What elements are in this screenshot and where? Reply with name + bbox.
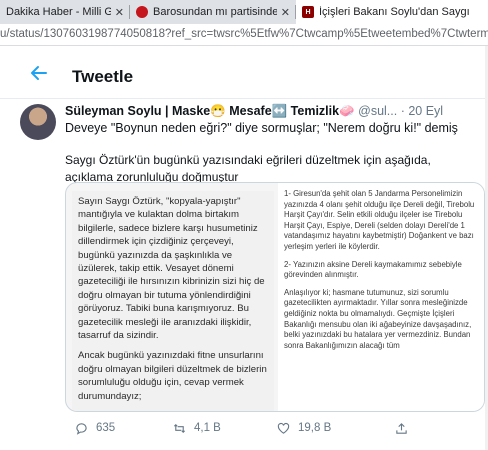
arrow-left-icon-svg xyxy=(31,66,47,80)
heart-icon xyxy=(277,422,290,434)
tweet-page-header: Tweetle xyxy=(0,58,488,94)
author-handle[interactable]: @sul... xyxy=(358,104,397,118)
tweet-author-line: Süleyman Soylu | Maske😷 Mesafe↔️ Temizli… xyxy=(65,104,443,119)
tab-title: İçişleri Bakanı Soylu'dan Saygı xyxy=(319,6,470,18)
statement-paragraph: 1- Giresun'da şehit olan 5 Jandarma Pers… xyxy=(284,189,475,251)
tab-title: Barosundan mı partisinden mı xyxy=(153,6,277,18)
browser-tab-3-active[interactable]: H İçişleri Bakanı Soylu'dan Saygı xyxy=(296,0,488,24)
tweet-media-image[interactable]: Sayın Saygı Öztürk, "kopyala-yapıştır" m… xyxy=(65,182,485,412)
author-name[interactable]: Süleyman Soylu | Maske😷 Mesafe↔️ Temizli… xyxy=(65,104,355,118)
address-bar[interactable]: u/status/1307603198774050818?ref_src=tws… xyxy=(0,24,488,46)
reply-count: 635 xyxy=(96,422,116,434)
retweet-icon xyxy=(173,423,186,433)
retweet-button[interactable]: 4,1 B xyxy=(173,422,221,435)
share-icon xyxy=(396,422,407,434)
like-count: 19,8 B xyxy=(298,422,332,434)
header-divider xyxy=(0,98,488,99)
statement-paragraph: Sayın Saygı Öztürk, "kopyala-yapıştır" m… xyxy=(78,196,265,342)
tweet-text-line-1: Deveye "Boynun neden eğri?" diye sormuşl… xyxy=(65,121,458,135)
browser-tab-2[interactable]: Barosundan mı partisinden mı ✕ xyxy=(130,0,296,24)
statement-paragraph: 2- Yazınızın aksine Dereli kaymakamımız … xyxy=(284,259,462,280)
tweet-actions-bar: 635 4,1 B 19,8 B xyxy=(65,420,465,436)
page-title: Tweetle xyxy=(72,67,134,86)
tweet-date[interactable]: · 20 Eyl xyxy=(401,104,443,118)
browser-tab-strip: Dakika Haber - Milli Gaze ✕ Barosundan m… xyxy=(0,0,488,24)
url-text[interactable]: u/status/1307603198774050818?ref_src=tws… xyxy=(0,28,488,40)
statement-left-column: Sayın Saygı Öztürk, "kopyala-yapıştır" m… xyxy=(72,191,274,411)
statement-right-column: 1- Giresun'da şehit olan 5 Jandarma Pers… xyxy=(278,183,484,411)
close-icon[interactable]: ✕ xyxy=(281,6,290,19)
close-icon[interactable]: ✕ xyxy=(115,6,124,19)
avatar[interactable] xyxy=(20,104,56,140)
news-favicon-icon: H xyxy=(302,6,314,18)
like-button[interactable]: 19,8 B xyxy=(277,422,331,435)
statement-paragraph: Ancak bugünkü yazınızdaki fitne unsurlar… xyxy=(78,350,267,402)
tweet-text-line-2: Saygı Öztürk'ün bugünkü yazısındaki eğri… xyxy=(65,153,431,184)
statement-paragraph: Anlaşılıyor ki; hasmane tutumunuz, sizi … xyxy=(284,287,472,350)
tab-title: Dakika Haber - Milli Gaze xyxy=(6,6,111,18)
baro-favicon-icon xyxy=(136,6,148,18)
reply-button[interactable]: 635 xyxy=(75,422,115,435)
retweet-count: 4,1 B xyxy=(194,422,221,434)
comment-icon xyxy=(76,422,87,435)
share-button[interactable] xyxy=(395,422,416,435)
browser-tab-1[interactable]: Dakika Haber - Milli Gaze ✕ xyxy=(0,0,130,24)
arrow-left-icon[interactable] xyxy=(30,64,48,88)
